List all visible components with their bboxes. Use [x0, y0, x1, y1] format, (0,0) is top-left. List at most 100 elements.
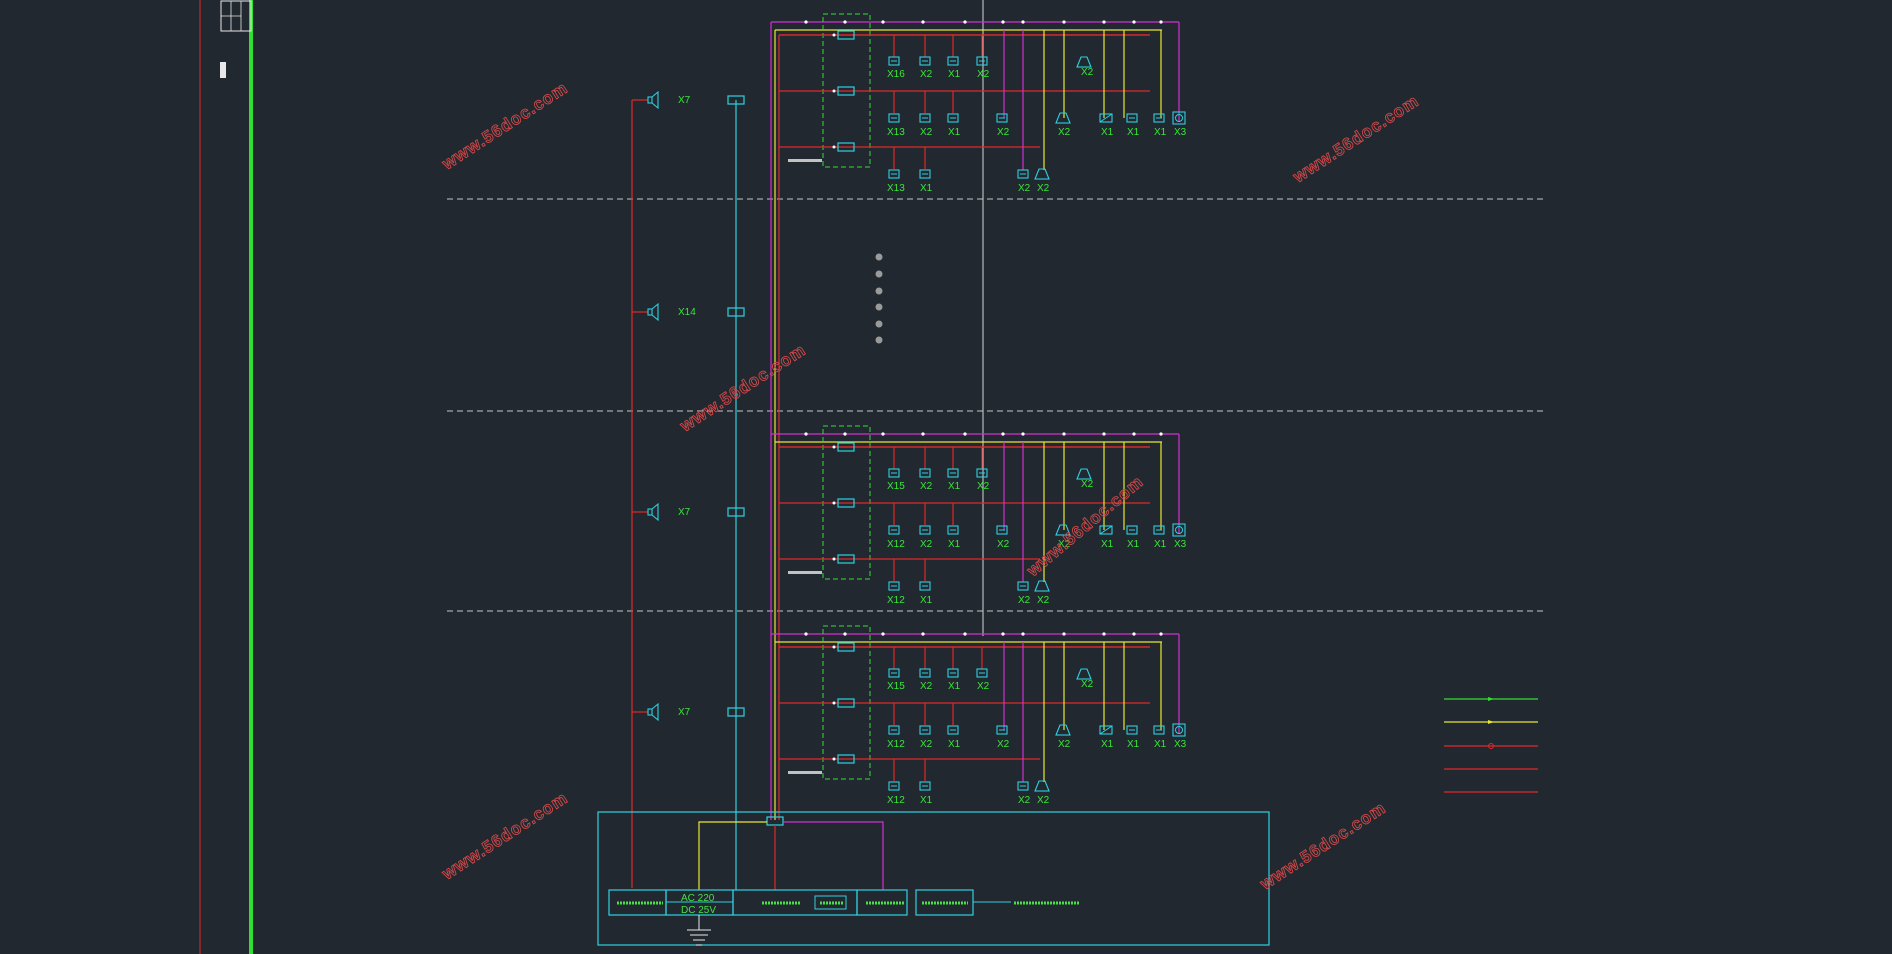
alarm-slash: [1099, 725, 1113, 735]
detector-icon: [919, 56, 931, 66]
quantity-label: X2: [1058, 127, 1071, 138]
quantity-label: X2: [1018, 595, 1031, 606]
quantity-label: X1: [1154, 739, 1167, 750]
quantity-label: X12: [887, 539, 905, 550]
bus-node: [1021, 432, 1025, 436]
bell-icon: [1076, 468, 1092, 480]
alarm-icon: [1099, 113, 1113, 123]
speaker-cone: [651, 502, 659, 522]
speaker-label: X7: [678, 707, 691, 718]
quantity-label: X1: [1127, 127, 1140, 138]
module-caption: [788, 159, 822, 162]
quantity-label: X2: [1081, 67, 1094, 78]
bus-node: [921, 432, 925, 436]
bell-icon: [1076, 668, 1092, 680]
bus-node: [1021, 632, 1025, 636]
watermark-text: www.56doc.com: [438, 788, 571, 884]
power-ac-label: AC 220: [681, 893, 715, 904]
quantity-label: X1: [1101, 539, 1114, 550]
quantity-label: X2: [1081, 479, 1094, 490]
drawing-frame: [199, 0, 253, 954]
bell-shape: [1034, 168, 1050, 180]
detector-icon: [996, 525, 1008, 535]
quantity-label: X2: [977, 681, 990, 692]
speaker-icon: [647, 308, 653, 316]
quantity-label: X3: [1174, 739, 1187, 750]
floor-block: X15 X2 X1 X2 X2X12 X2 X1 X2 X2 X1 X1 X1 X3X12 X1 X2 X2: [771, 425, 1187, 606]
bell-icon: [1055, 724, 1071, 736]
bus-node: [1159, 432, 1163, 436]
quantity-label: X2: [920, 539, 933, 550]
detector-icon: [947, 725, 959, 735]
quantity-label: X1: [920, 183, 933, 194]
detector-icon: [1153, 113, 1165, 123]
bell-shape: [1076, 468, 1092, 480]
quantity-label: X1: [1154, 539, 1167, 550]
detector-icon: [996, 113, 1008, 123]
watermark-text: www.56doc.com: [676, 340, 809, 436]
bell-icon: [1034, 780, 1050, 792]
detector-icon: [888, 781, 900, 791]
bus-node: [881, 632, 885, 636]
quantity-label: X15: [887, 681, 905, 692]
module-node: [832, 501, 836, 505]
detector-icon: [919, 781, 931, 791]
legend-line: [1444, 697, 1538, 701]
detector-icon: [888, 56, 900, 66]
speaker-cone: [651, 90, 659, 110]
detector-icon: [919, 581, 931, 591]
quantity-label: X2: [1058, 739, 1071, 750]
quantity-label: X12: [887, 595, 905, 606]
detector-icon: [976, 56, 988, 66]
module-node: [832, 557, 836, 561]
main-risers: [770, 22, 780, 820]
detector-icon: [1153, 725, 1165, 735]
detector-icon: [888, 725, 900, 735]
detector-icon: [1126, 725, 1138, 735]
alarm-icon: [1099, 525, 1113, 535]
quantity-label: X2: [977, 69, 990, 80]
bell-shape: [1034, 780, 1050, 792]
bus-node: [1159, 20, 1163, 24]
legend-arrow: [1488, 720, 1494, 724]
bus-node: [1062, 632, 1066, 636]
bell-shape: [1076, 668, 1092, 680]
detector-icon: [888, 169, 900, 179]
quantity-label: X2: [997, 539, 1010, 550]
bell-shape: [1055, 112, 1071, 124]
quantity-label: X2: [1037, 595, 1050, 606]
quantity-label: X2: [977, 481, 990, 492]
bus-node: [1132, 632, 1136, 636]
bell-icon: [1055, 112, 1071, 124]
bus-node: [881, 20, 885, 24]
detector-icon: [947, 56, 959, 66]
quantity-label: X3: [1174, 539, 1187, 550]
module-caption: [788, 771, 822, 774]
bus-node: [921, 632, 925, 636]
detector-icon: [919, 113, 931, 123]
bus-node: [1021, 20, 1025, 24]
module-node: [832, 445, 836, 449]
detector-icon: [947, 525, 959, 535]
speaker: X7: [632, 702, 745, 722]
detector-icon: [919, 169, 931, 179]
speaker-label: X7: [678, 95, 691, 106]
watermark-text: www.56doc.com: [1289, 91, 1422, 187]
ground-symbol: [687, 915, 711, 946]
bell-icon: [1076, 56, 1092, 68]
quantity-label: X2: [1081, 679, 1094, 690]
power-dc-label: DC 25V: [681, 905, 716, 916]
quantity-label: X1: [948, 481, 961, 492]
module-node: [832, 757, 836, 761]
bus-node: [804, 632, 808, 636]
speaker-icon: [647, 708, 653, 716]
detector-icon: [919, 468, 931, 478]
module-node: [832, 89, 836, 93]
detector-icon: [888, 525, 900, 535]
quantity-label: X2: [997, 739, 1010, 750]
bus-node: [843, 432, 847, 436]
speaker-riser: X7 X14 X7 X7: [631, 90, 745, 890]
bus-node: [1132, 432, 1136, 436]
bell-icon: [1034, 168, 1050, 180]
detector-icon: [919, 525, 931, 535]
